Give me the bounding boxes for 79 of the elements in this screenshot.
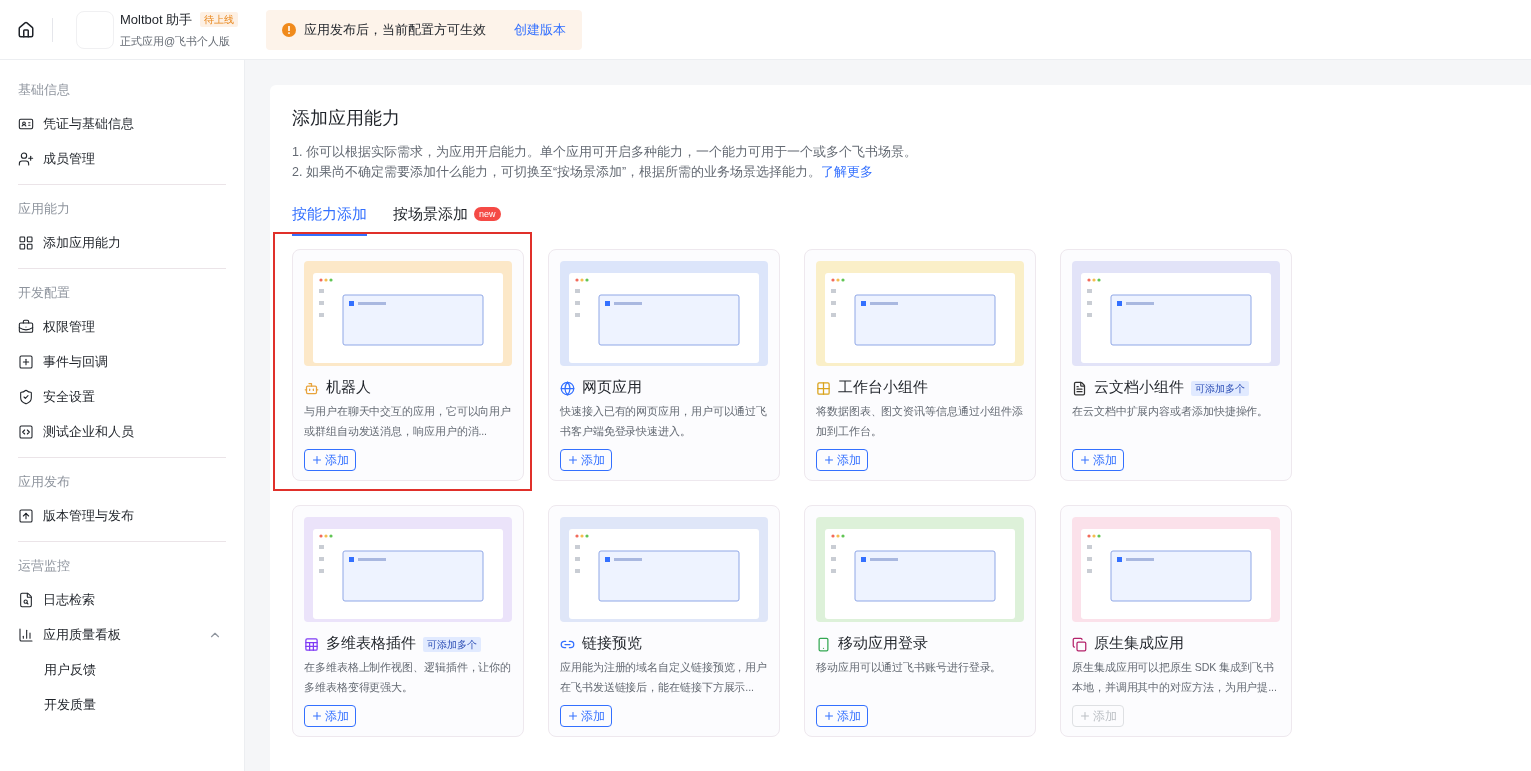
log-search-icon (18, 591, 34, 608)
sidebar-subitem[interactable]: 用户反馈 (18, 652, 226, 687)
plus-icon (567, 454, 579, 466)
learn-more-link[interactable]: 了解更多 (821, 162, 874, 182)
tag: 可添加多个 (1191, 380, 1249, 396)
table-icon (304, 636, 319, 652)
status-badge: 待上线 (200, 12, 239, 28)
add-button[interactable]: 添加 (816, 705, 868, 727)
sidebar-item[interactable]: 日志检索 (18, 582, 226, 617)
tab[interactable]: 按场景添加 new (393, 204, 501, 236)
sidebar-subitem[interactable]: 开发质量 (18, 687, 226, 722)
card-title: 移动应用登录 (838, 634, 928, 654)
sidebar-item[interactable]: 应用质量看板 (18, 617, 226, 652)
create-version-link[interactable]: 创建版本 (514, 19, 567, 40)
robot-icon (304, 380, 319, 396)
upload-icon (18, 507, 34, 524)
widget-icon (816, 380, 831, 396)
square-plus-icon (18, 353, 34, 370)
sidebar-item[interactable]: 权限管理 (18, 309, 226, 344)
sidebar-item[interactable]: 版本管理与发布 (18, 498, 226, 533)
sidebar-item[interactable]: 事件与回调 (18, 344, 226, 379)
plus-icon (1079, 710, 1091, 722)
section-heading: 应用能力 (18, 200, 71, 218)
card-description: 与用户在聊天中交互的应用，它可以向用户或群组自动发送消息，响应用户的消... (304, 404, 512, 439)
sidebar-item[interactable]: 测试企业和人员 (18, 414, 226, 449)
card-title: 工作台小组件 (838, 378, 928, 398)
card-description: 快速接入已有的网页应用，用户可以通过飞书客户端免登录快速进入。 (560, 404, 768, 439)
briefcase-icon (18, 318, 34, 335)
card-title: 云文档小组件 (1094, 378, 1184, 398)
document-icon (1072, 380, 1087, 396)
warning-icon (282, 22, 297, 37)
plus-icon (823, 710, 835, 722)
tag: 可添加多个 (423, 636, 481, 652)
shield-icon (18, 388, 34, 405)
page-title: 添加应用能力 (292, 107, 401, 130)
add-button[interactable]: 添加 (560, 705, 612, 727)
card-description: 应用能为注册的域名自定义链接预览，用户在飞书发送链接后，能在链接下方展示... (560, 660, 768, 695)
add-button[interactable]: 添加 (1072, 449, 1124, 471)
card-description: 在云文档中扩展内容或者添加快捷操作。 (1072, 404, 1270, 419)
web-icon (560, 380, 575, 396)
home-icon[interactable] (17, 20, 35, 39)
plus-icon (1079, 454, 1091, 466)
new-badge: new (474, 207, 501, 221)
card-description: 移动应用可以通过飞书账号进行登录。 (816, 660, 1003, 675)
description-text: 2. 如果尚不确定需要添加什么能力，可切换至“按场景添加”，根据所需的业务场景选择能力。 (292, 164, 822, 181)
add-button[interactable]: 添加 (560, 449, 612, 471)
card-title: 多维表格插件 (326, 634, 416, 654)
sidebar-item[interactable]: 成员管理 (18, 141, 226, 176)
plus-icon (823, 454, 835, 466)
code-icon (18, 423, 34, 440)
notice-text: 应用发布后，当前配置方可生效 (304, 20, 487, 39)
plus-icon (311, 454, 323, 466)
card-description: 在多维表格上制作视图、逻辑插件，让你的多维表格变得更强大。 (304, 660, 512, 695)
section-heading: 开发配置 (18, 284, 71, 302)
app-subtitle: 正式应用@飞书个人版 (120, 33, 232, 49)
card-title: 链接预览 (582, 634, 642, 654)
sidebar-item[interactable]: 凭证与基础信息 (18, 106, 226, 141)
bar-chart-icon (18, 626, 34, 643)
plus-icon (311, 710, 323, 722)
card-title: 原生集成应用 (1094, 634, 1184, 654)
section-heading: 运营监控 (18, 557, 71, 575)
add-button[interactable]: 添加 (304, 449, 356, 471)
sidebar-item[interactable]: 安全设置 (18, 379, 226, 414)
add-button[interactable]: 添加 (304, 705, 356, 727)
sidebar-item[interactable]: 添加应用能力 (18, 225, 226, 260)
card-title: 机器人 (326, 378, 371, 398)
section-heading: 应用发布 (18, 473, 71, 491)
card-title: 网页应用 (582, 378, 642, 398)
description-text: 1. 你可以根据实际需求，为应用开启能力。单个应用可开启多种能力，一个能力可用于一个或多个飞书场景。 (292, 144, 918, 161)
app-name: Moltbot 助手 (120, 11, 193, 29)
plus-icon (567, 710, 579, 722)
phone-icon (816, 636, 831, 652)
integration-icon (1072, 636, 1087, 652)
card-description: 将数据图表、图文资讯等信息通过小组件添加到工作台。 (816, 404, 1024, 439)
tab[interactable]: 按能力添加 (292, 204, 367, 236)
section-heading: 基础信息 (18, 81, 71, 99)
add-button[interactable]: 添加 (816, 449, 868, 471)
add-user-icon (18, 150, 34, 167)
card-description: 原生集成应用可以把原生 SDK 集成到飞书本地，并调用其中的对应方法，为用户提... (1072, 660, 1278, 695)
